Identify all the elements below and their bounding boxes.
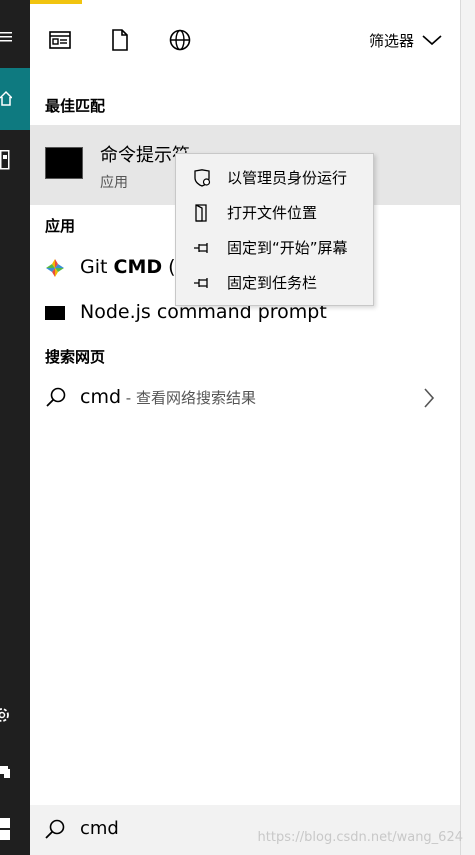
web-search-heading: 搜索网页 xyxy=(45,348,106,366)
chevron-down-icon xyxy=(422,32,442,50)
menu-item-label: 固定到任务栏 xyxy=(227,274,318,292)
apps-heading: 应用 xyxy=(45,217,76,235)
watermark: https://blog.csdn.net/wang_624 xyxy=(257,830,463,845)
app-window-icon[interactable] xyxy=(48,28,76,56)
globe-icon[interactable] xyxy=(168,28,196,56)
menu-item-pin-to-start[interactable]: 固定到“开始”屏幕 xyxy=(176,230,373,265)
best-match-type: 应用 xyxy=(100,175,128,191)
menu-item-run-as-admin[interactable]: 以管理员身份运行 xyxy=(176,160,373,195)
web-query: cmd xyxy=(80,386,122,408)
shield-icon xyxy=(193,169,213,187)
menu-item-pin-to-taskbar[interactable]: 固定到任务栏 xyxy=(176,265,373,300)
menu-item-label: 固定到“开始”屏幕 xyxy=(227,239,348,257)
pin-icon xyxy=(193,274,213,292)
settings-icon[interactable] xyxy=(0,705,14,729)
filter-label: 筛选器 xyxy=(368,32,414,50)
menu-item-label: 以管理员身份运行 xyxy=(227,169,348,187)
app-label: Git CMD (D xyxy=(80,256,190,278)
web-search-label: cmd - 查看网络搜索结果 xyxy=(80,386,256,408)
web-suffix: - 查看网络搜索结果 xyxy=(121,389,256,407)
start-menu-rail xyxy=(0,0,30,855)
search-results-panel: 筛选器 最佳匹配 命令提示符 应用 应用 Git CMD (D xyxy=(30,4,460,804)
power-icon[interactable] xyxy=(0,763,14,785)
document-icon[interactable] xyxy=(108,28,136,56)
best-match-heading: 最佳匹配 xyxy=(45,97,106,115)
folder-open-icon xyxy=(193,204,213,222)
command-prompt-icon xyxy=(45,147,83,179)
home-tile[interactable] xyxy=(0,68,30,130)
documents-icon[interactable] xyxy=(0,150,14,174)
hamburger-menu-icon[interactable] xyxy=(0,30,14,48)
pin-icon xyxy=(193,239,213,257)
search-input[interactable]: cmd xyxy=(80,818,119,839)
git-icon xyxy=(45,258,65,278)
terminal-icon xyxy=(45,303,65,323)
web-search-result[interactable]: cmd - 查看网络搜索结果 xyxy=(30,374,460,422)
background-window-edge xyxy=(460,0,475,855)
windows-logo-icon[interactable] xyxy=(0,818,12,842)
context-menu: 以管理员身份运行 打开文件位置 固定到“开始”屏幕 固定到任务栏 xyxy=(175,153,374,306)
filter-dropdown[interactable]: 筛选器 xyxy=(369,30,442,51)
chevron-right-icon[interactable] xyxy=(423,388,435,412)
home-icon xyxy=(0,90,14,110)
menu-item-label: 打开文件位置 xyxy=(227,204,318,222)
menu-item-open-file-location[interactable]: 打开文件位置 xyxy=(176,195,373,230)
search-icon xyxy=(45,386,67,412)
search-icon xyxy=(44,818,68,842)
